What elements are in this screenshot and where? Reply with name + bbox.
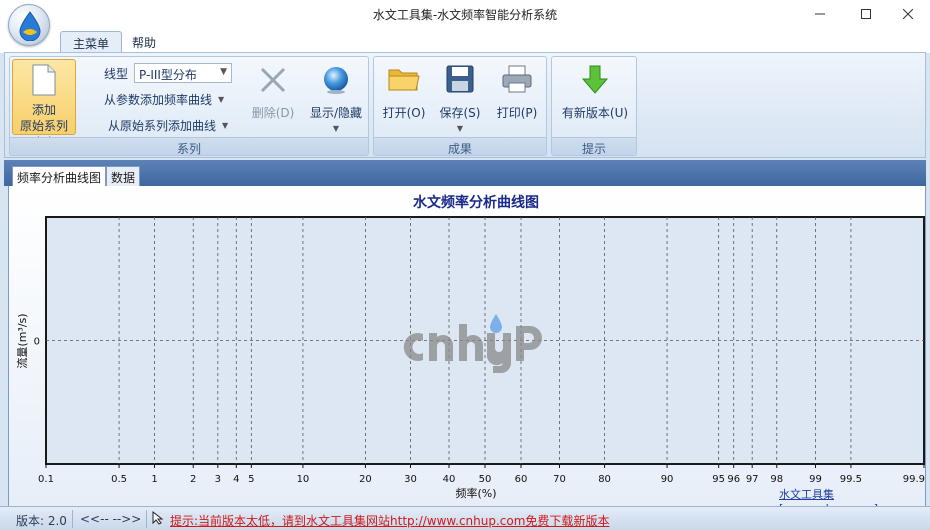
- status-divider: [72, 510, 73, 528]
- x-tick-label: 99.9: [903, 474, 925, 485]
- x-tick-label: 20: [359, 474, 372, 485]
- maximize-icon: [861, 9, 871, 19]
- x-tick-label: 96: [727, 474, 740, 485]
- x-tick-label: 95: [712, 474, 725, 485]
- x-axis-label: 频率(%): [455, 486, 496, 500]
- dropdown-arrow-icon: ▼: [332, 124, 340, 133]
- delete-x-icon: [244, 65, 302, 99]
- x-tick-labels: 0.1 0.5 1 2 3 4 5 10 20 30 40 50 60 70 80 90 95 96 97 98 99 9…: [38, 464, 925, 485]
- dropdown-arrow-icon: ▼: [456, 124, 464, 133]
- x-tick-label: 90: [661, 474, 674, 485]
- group-result: 打开(O) 保存(S) ▼ 打印(P) 成果: [373, 56, 547, 156]
- x-tick-label: 50: [479, 474, 492, 485]
- x-tick-label: 60: [515, 474, 528, 485]
- group-tip-caption: 提示: [552, 137, 636, 156]
- x-tick-label: 1: [151, 474, 157, 485]
- chart-panel: 水文频率分析曲线图 0.1 0.5 1 2 3 4 5 10 20 30 40 50 60 70 80 90 9…: [8, 186, 926, 515]
- print-button[interactable]: 打印(P): [490, 65, 544, 129]
- new-version-button[interactable]: 有新版本(U): [556, 65, 634, 129]
- ribbon-tab-row: 主菜单 帮助: [0, 28, 930, 53]
- chevron-down-icon: ▼: [220, 67, 228, 77]
- document-tab-strip: 频率分析曲线图 数据: [4, 160, 926, 186]
- add-raw-series-button[interactable]: 添加 原始系列(A): [12, 59, 76, 149]
- delete-button[interactable]: 删除(D): [244, 65, 302, 129]
- tab-data[interactable]: 数据: [106, 166, 141, 186]
- chart-title: 水文频率分析曲线图: [413, 194, 539, 211]
- line-type-row: 线型 P-III型分布 ▼: [104, 63, 233, 83]
- group-series: 添加 原始系列(A) 线型 P-III型分布 ▼ 从参数添加频率曲线 ▼ 从原始…: [9, 56, 369, 156]
- update-tip-text[interactable]: 提示:当前版本太低，请到水文工具集网站http://www.cnhup.com免…: [170, 512, 609, 529]
- x-tick-label: 40: [443, 474, 456, 485]
- new-version-label: 有新版本(U): [561, 106, 629, 120]
- dropdown-arrow-icon: ▼: [218, 94, 225, 104]
- group-tip: 有新版本(U) 提示: [551, 56, 637, 156]
- minimize-icon: [815, 13, 825, 15]
- document-icon: [13, 64, 75, 100]
- maximize-button[interactable]: [843, 0, 889, 28]
- tab-frequency-chart[interactable]: 频率分析曲线图: [12, 166, 107, 186]
- line-type-label: 线型: [104, 66, 129, 81]
- save-label: 保存(S): [439, 106, 481, 120]
- folder-icon: [378, 65, 430, 97]
- version-text: 版本: 2.0: [16, 514, 67, 528]
- add-from-raw-button[interactable]: 从原始系列添加曲线 ▼: [108, 115, 228, 135]
- x-tick-label: 98: [770, 474, 783, 485]
- show-hide-label: 显示/隐藏: [309, 106, 363, 120]
- dropdown-arrow-icon: ▼: [222, 120, 229, 130]
- save-button[interactable]: 保存(S) ▼: [434, 65, 486, 135]
- download-arrow-icon: [556, 65, 634, 99]
- print-label: 打印(P): [496, 106, 538, 120]
- x-tick-label: 80: [598, 474, 611, 485]
- line-type-value: P-III型分布: [139, 68, 197, 82]
- delete-label: 删除(D): [251, 106, 295, 120]
- group-series-caption: 系列: [10, 137, 368, 156]
- app-menu-orb[interactable]: [8, 4, 50, 46]
- x-tick-label: 97: [746, 474, 759, 485]
- status-bar: 版本: 2.0 <<-- -->> 提示:当前版本太低，请到水文工具集网站htt…: [0, 506, 930, 530]
- x-tick-label: 99: [809, 474, 822, 485]
- show-hide-button[interactable]: 显示/隐藏 ▼: [304, 65, 368, 135]
- line-type-select[interactable]: P-III型分布 ▼: [134, 63, 233, 83]
- x-tick-label: 30: [404, 474, 417, 485]
- x-tick-label: 10: [297, 474, 310, 485]
- x-tick-label: 70: [553, 474, 566, 485]
- open-button[interactable]: 打开(O): [378, 65, 430, 129]
- title-bar: 水文工具集-水文频率智能分析系统: [0, 0, 930, 28]
- printer-icon: [490, 65, 544, 97]
- window-title: 水文工具集-水文频率智能分析系统: [372, 8, 558, 22]
- app-window: 水文工具集-水文频率智能分析系统 主菜单 帮助 添加 原始系列 线型 P-III…: [0, 0, 930, 530]
- frequency-chart: 水文频率分析曲线图 0.1 0.5 1 2 3 4 5 10 20 30 40 50 60 70 80 90 9…: [15, 194, 925, 500]
- globe-icon: [304, 65, 368, 99]
- x-tick-label: 4: [233, 474, 239, 485]
- x-tick-label: 0.1: [38, 474, 54, 485]
- x-tick-label: 0.5: [111, 474, 127, 485]
- floppy-disk-icon: [434, 65, 486, 97]
- close-button[interactable]: [885, 0, 930, 28]
- tab-main-menu[interactable]: 主菜单: [60, 31, 123, 53]
- tab-help[interactable]: 帮助: [120, 31, 168, 53]
- group-result-caption: 成果: [374, 137, 546, 156]
- x-tick-label: 5: [248, 474, 254, 485]
- x-tick-label: 2: [190, 474, 196, 485]
- x-tick-label: 3: [215, 474, 221, 485]
- add-from-param-button[interactable]: 从参数添加频率曲线 ▼: [104, 89, 224, 109]
- add-from-param-label: 从参数添加频率曲线: [104, 92, 213, 107]
- y-axis-label: 流量(m³/s): [15, 313, 29, 368]
- close-icon: [903, 9, 913, 19]
- y-tick-label: 0: [34, 337, 40, 348]
- water-drop-icon: [19, 11, 41, 41]
- ribbon-panel: 添加 原始系列(A) 线型 P-III型分布 ▼ 从参数添加频率曲线 ▼ 从原始…: [4, 52, 926, 158]
- status-divider: [146, 510, 147, 528]
- x-tick-label: 99.5: [840, 474, 862, 485]
- add-button-label-line1: 添加: [31, 103, 56, 117]
- open-label: 打开(O): [382, 106, 426, 120]
- nav-arrows[interactable]: <<-- -->>: [80, 512, 141, 526]
- minimize-button[interactable]: [797, 0, 843, 28]
- pointer-icon: [152, 510, 164, 528]
- add-from-raw-label: 从原始系列添加曲线: [108, 118, 217, 133]
